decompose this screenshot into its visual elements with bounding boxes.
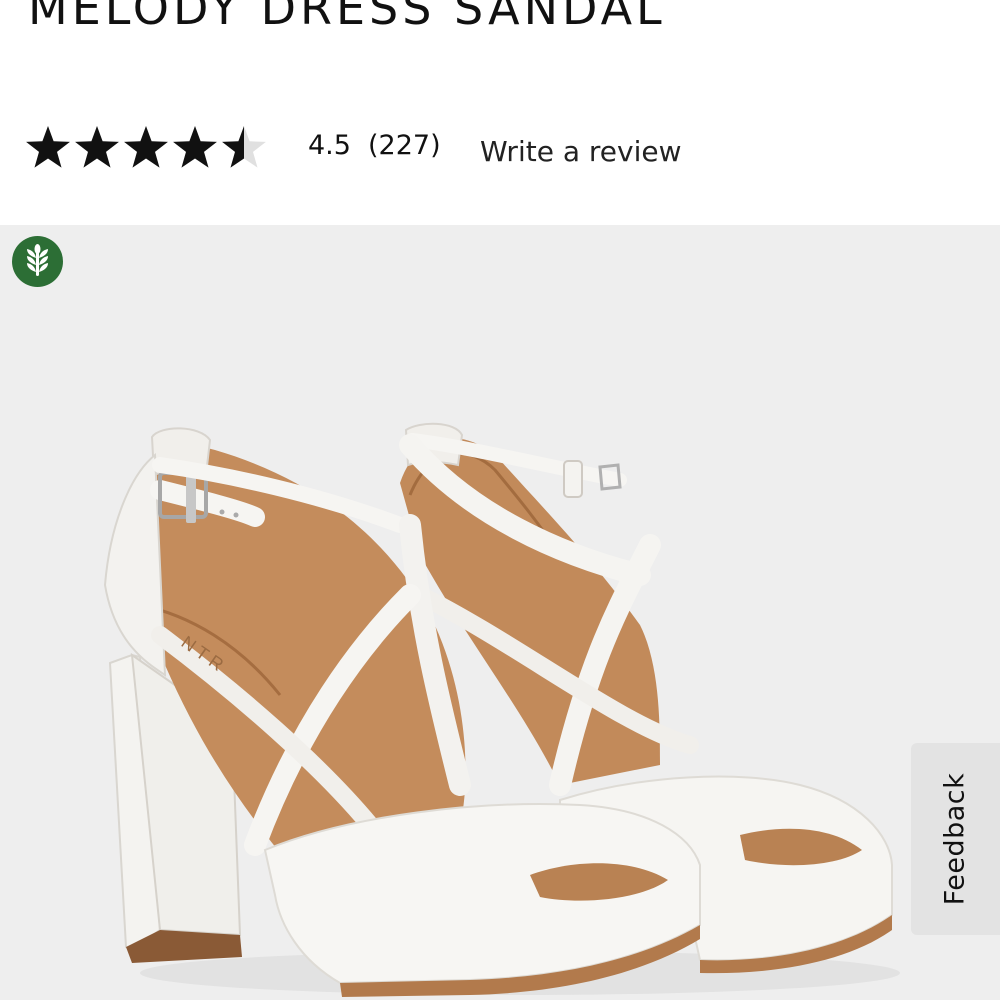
star-icon-filled <box>124 126 168 168</box>
star-rating <box>26 126 266 168</box>
star-icon-filled <box>173 126 217 168</box>
write-review-link[interactable]: Write a review <box>480 132 681 172</box>
review-count: (227) <box>368 130 441 161</box>
product-image[interactable]: N T R <box>0 225 1000 1000</box>
rating-row: 4.5 (227) Write a review <box>26 120 986 176</box>
rating-value: 4.5 <box>308 130 351 161</box>
product-title: MELODY DRESS SANDAL <box>28 0 666 35</box>
feedback-label: Feedback <box>939 772 971 906</box>
star-icon-filled <box>26 126 70 168</box>
feedback-tab[interactable]: Feedback <box>911 743 1000 935</box>
star-icon-filled <box>75 126 119 168</box>
sandal-pair-image: N T R <box>103 422 900 997</box>
